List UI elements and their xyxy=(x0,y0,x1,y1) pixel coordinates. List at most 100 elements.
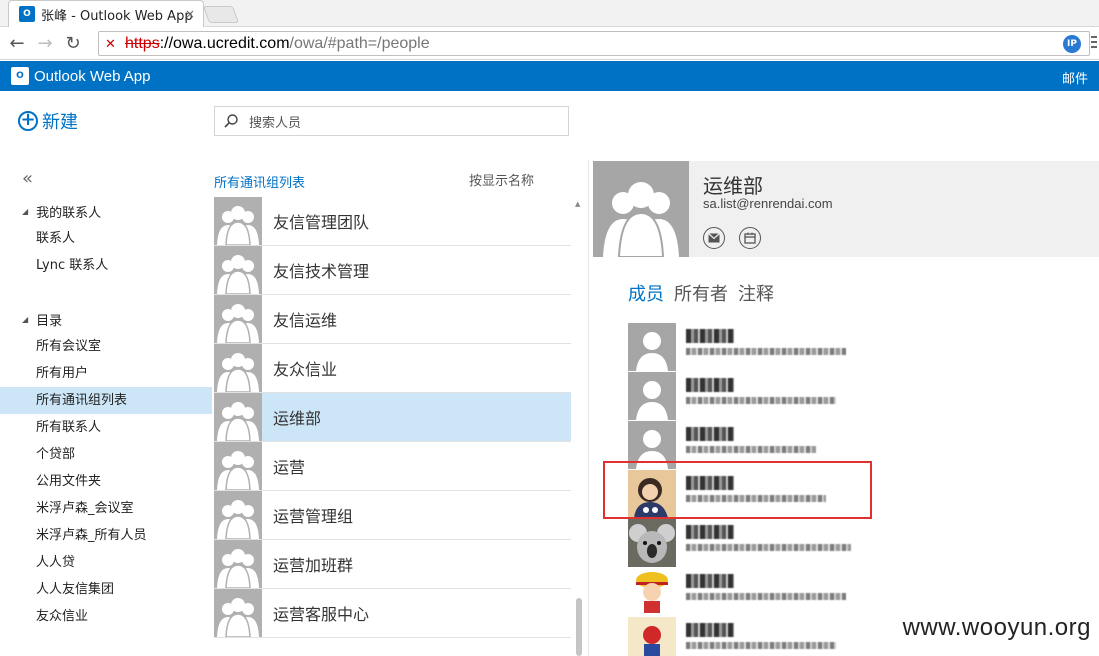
sidebar-item-all-distribution-lists[interactable]: 所有通讯组列表 xyxy=(0,387,212,414)
group-label: 我的联系人 xyxy=(36,206,102,221)
insecure-lock-icon[interactable]: ✕ xyxy=(105,37,119,52)
browser-menu-icon[interactable] xyxy=(1089,35,1099,51)
sidebar-item-all-users[interactable]: 所有用户 xyxy=(0,360,212,387)
koala-photo-avatar-icon xyxy=(628,519,676,567)
plus-circle-icon: + xyxy=(18,111,38,131)
sidebar-item-all-contacts[interactable]: 所有联系人 xyxy=(0,414,212,441)
list-header: 所有通讯组列表 按显示名称 xyxy=(214,170,574,191)
tab-owners[interactable]: 所有者 xyxy=(674,280,728,306)
calendar-icon xyxy=(744,232,756,244)
list-item[interactable]: 友众信业 xyxy=(214,344,571,393)
blurred-email xyxy=(686,544,851,551)
ip-extension-icon[interactable]: IP xyxy=(1063,35,1081,53)
expand-triangle-icon[interactable]: ◢ xyxy=(22,207,28,216)
blurred-email xyxy=(686,446,816,453)
calendar-invite-button[interactable] xyxy=(739,227,761,249)
list-item[interactable]: 运营管理组 xyxy=(214,491,571,540)
list-item-label: 友信管理团队 xyxy=(273,213,370,232)
group-avatar-icon xyxy=(214,442,262,490)
envelope-icon xyxy=(708,233,720,243)
sidebar-item-contacts[interactable]: 联系人 xyxy=(0,225,212,252)
mail-link[interactable]: 邮件 xyxy=(1062,68,1088,87)
address-bar[interactable]: ✕ https://owa.ucredit.com/owa/#path=/peo… xyxy=(98,31,1090,56)
list-item[interactable]: 友信运维 xyxy=(214,295,571,344)
sidebar-item-public-folders[interactable]: 公用文件夹 xyxy=(0,468,212,495)
list-item-label: 友信技术管理 xyxy=(273,262,370,281)
list-item-label: 运营客服中心 xyxy=(273,605,370,624)
group-name: 运维部 xyxy=(703,174,763,198)
group-label: 目录 xyxy=(36,314,63,329)
tab-notes[interactable]: 注释 xyxy=(738,280,774,306)
watermark: www.wooyun.org xyxy=(902,614,1091,641)
list-item-label: 运营管理组 xyxy=(273,507,354,526)
expand-triangle-icon[interactable]: ◢ xyxy=(22,315,28,324)
list-item[interactable]: 运营 xyxy=(214,442,571,491)
blurred-name xyxy=(686,427,734,441)
group-avatar-icon xyxy=(214,197,262,245)
collapse-sidebar-icon[interactable]: « xyxy=(22,168,33,189)
sidebar-item-mflx-all[interactable]: 米浮卢森_所有人员 xyxy=(0,522,212,549)
search-icon xyxy=(224,114,238,128)
sidebar-item-youzhong[interactable]: 友众信业 xyxy=(0,603,212,630)
group-my-contacts[interactable]: ◢ 我的联系人 xyxy=(0,198,212,225)
blurred-name xyxy=(686,623,734,637)
sidebar-item-renren-group[interactable]: 人人友信集团 xyxy=(0,576,212,603)
outlook-logo-icon: O xyxy=(11,67,29,85)
reload-icon[interactable]: ↻ xyxy=(62,32,84,54)
sidebar-item-loan-dept[interactable]: 个贷部 xyxy=(0,441,212,468)
outlook-favicon-icon: O xyxy=(19,6,35,22)
blurred-email xyxy=(686,348,846,355)
list-title: 所有通讯组列表 xyxy=(214,176,306,191)
browser-tab[interactable]: O 张峰 - Outlook Web App × xyxy=(8,0,204,27)
url-path: /owa/#path=/people xyxy=(289,34,430,52)
group-avatar-icon xyxy=(214,589,262,637)
group-avatar-icon xyxy=(214,491,262,539)
list-item-label: 友信运维 xyxy=(273,311,338,330)
group-directory[interactable]: ◢ 目录 xyxy=(0,306,212,333)
sidebar: ◢ 我的联系人 联系人 Lync 联系人 ◢ 目录 所有会议室 所有用户 所有通… xyxy=(0,198,212,630)
sort-by-display-name[interactable]: 按显示名称 xyxy=(469,170,534,189)
new-tab-button[interactable] xyxy=(202,6,240,23)
new-label: 新建 xyxy=(42,112,78,133)
blurred-name xyxy=(686,525,734,539)
list-item[interactable]: 运营加班群 xyxy=(214,540,571,589)
url-scheme: https xyxy=(125,34,160,52)
default-person-avatar-icon xyxy=(628,323,676,371)
sidebar-item-lync-contacts[interactable]: Lync 联系人 xyxy=(0,252,212,279)
forward-arrow-icon[interactable]: → xyxy=(34,32,56,54)
blurred-email xyxy=(686,397,836,404)
list-item[interactable] xyxy=(628,519,888,568)
blurred-name xyxy=(686,329,734,343)
sidebar-item-mflx-rooms[interactable]: 米浮卢森_会议室 xyxy=(0,495,212,522)
list-item[interactable]: 运维部 xyxy=(214,393,571,442)
list-scrollbar[interactable] xyxy=(576,598,582,656)
back-arrow-icon[interactable]: ← xyxy=(6,32,28,54)
owa-header: O Outlook Web App 邮件 xyxy=(0,61,1099,91)
sidebar-item-all-rooms[interactable]: 所有会议室 xyxy=(0,333,212,360)
distribution-list: 友信管理团队 友信技术管理 友信运维友众信业 运维部 运营运营管理组运营加班群运营客服中… xyxy=(214,197,571,638)
scroll-up-icon[interactable]: ▲ xyxy=(575,200,580,208)
tab-members[interactable]: 成员 xyxy=(628,280,664,306)
sidebar-item-renrendai[interactable]: 人人贷 xyxy=(0,549,212,576)
pane-divider xyxy=(588,160,589,656)
list-item-label: 运营加班群 xyxy=(273,556,354,575)
blurred-email xyxy=(686,593,846,600)
blurred-email xyxy=(686,642,836,649)
list-item[interactable] xyxy=(628,568,888,617)
people-search-input[interactable]: 搜索人员 xyxy=(214,106,569,136)
list-item[interactable]: 友信技术管理 xyxy=(214,246,571,295)
tab-close-icon[interactable]: × xyxy=(185,7,195,21)
list-item[interactable] xyxy=(628,617,888,656)
default-person-avatar-icon xyxy=(628,372,676,420)
cartoon-avatar-icon xyxy=(628,568,676,616)
new-contact-button[interactable]: + 新建 xyxy=(18,108,78,134)
list-item[interactable]: 友信管理团队 xyxy=(214,197,571,246)
group-avatar-icon xyxy=(214,393,262,441)
email-group-button[interactable] xyxy=(703,227,725,249)
detail-tabs: 成员 所有者 注释 xyxy=(628,280,784,306)
list-item[interactable] xyxy=(628,323,888,372)
list-item[interactable] xyxy=(628,372,888,421)
group-avatar-icon xyxy=(214,344,262,392)
blurred-name xyxy=(686,574,734,588)
list-item[interactable]: 运营客服中心 xyxy=(214,589,571,638)
